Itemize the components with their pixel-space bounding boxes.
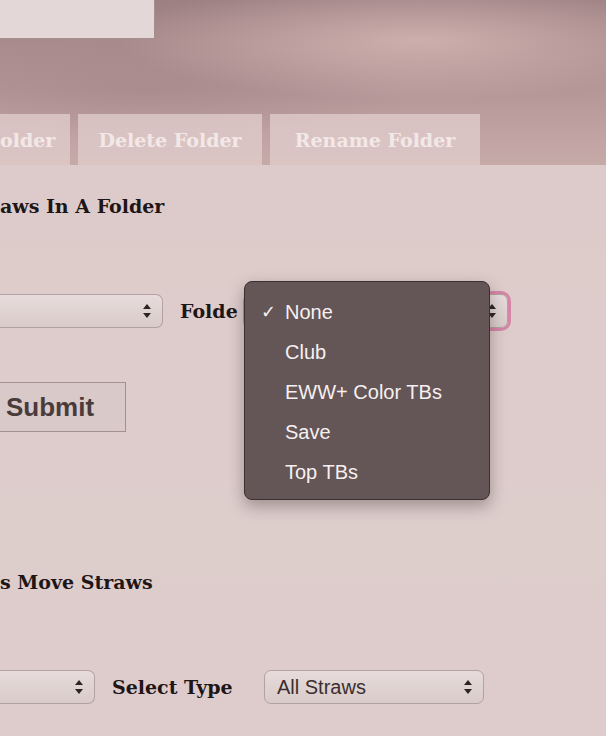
menu-item[interactable]: Top TBs — [245, 452, 489, 492]
tab[interactable]: Delete Folder — [78, 114, 262, 165]
dropdown-menu: ✓NoneClubEWW+ Color TBsSaveTop TBs — [244, 281, 490, 500]
updown-arrows-icon — [463, 679, 473, 695]
updown-arrows-icon — [74, 679, 84, 695]
menu-item[interactable]: Club — [245, 332, 489, 372]
check-icon: ✓ — [261, 301, 285, 323]
section-heading: s Move Straws — [0, 568, 153, 596]
tab[interactable]: Rename Folder — [270, 114, 480, 165]
updown-arrows-icon — [142, 303, 152, 319]
tab-bar: olderDelete FolderRename Folder — [0, 114, 606, 165]
submit-button[interactable]: Submit — [0, 382, 126, 432]
section-heading: aws In A Folder — [0, 192, 164, 220]
menu-item[interactable]: EWW+ Color TBs — [245, 372, 489, 412]
menu-item[interactable]: ✓None — [245, 292, 489, 332]
menu-item[interactable]: Save — [245, 412, 489, 452]
folder-row: Folde✓NoneClubEWW+ Color TBsSaveTop TBs — [0, 294, 606, 328]
background-photo: olderDelete FolderRename Folder — [0, 0, 606, 165]
tab[interactable]: older — [0, 114, 70, 165]
content-panel: aws In A Folder Folde ✓NoneClubEWW+ Color … — [0, 165, 606, 736]
straw-select[interactable] — [0, 294, 163, 328]
folder-label: Folde — [180, 300, 238, 322]
top-field[interactable] — [0, 0, 155, 39]
straw-select[interactable] — [0, 670, 95, 704]
type-select[interactable]: All Straws — [264, 670, 484, 704]
type-label: Select Type — [112, 676, 233, 698]
move-row: Select Type All Straws — [0, 670, 606, 704]
page: olderDelete FolderRename Folderaws In A … — [0, 0, 606, 736]
